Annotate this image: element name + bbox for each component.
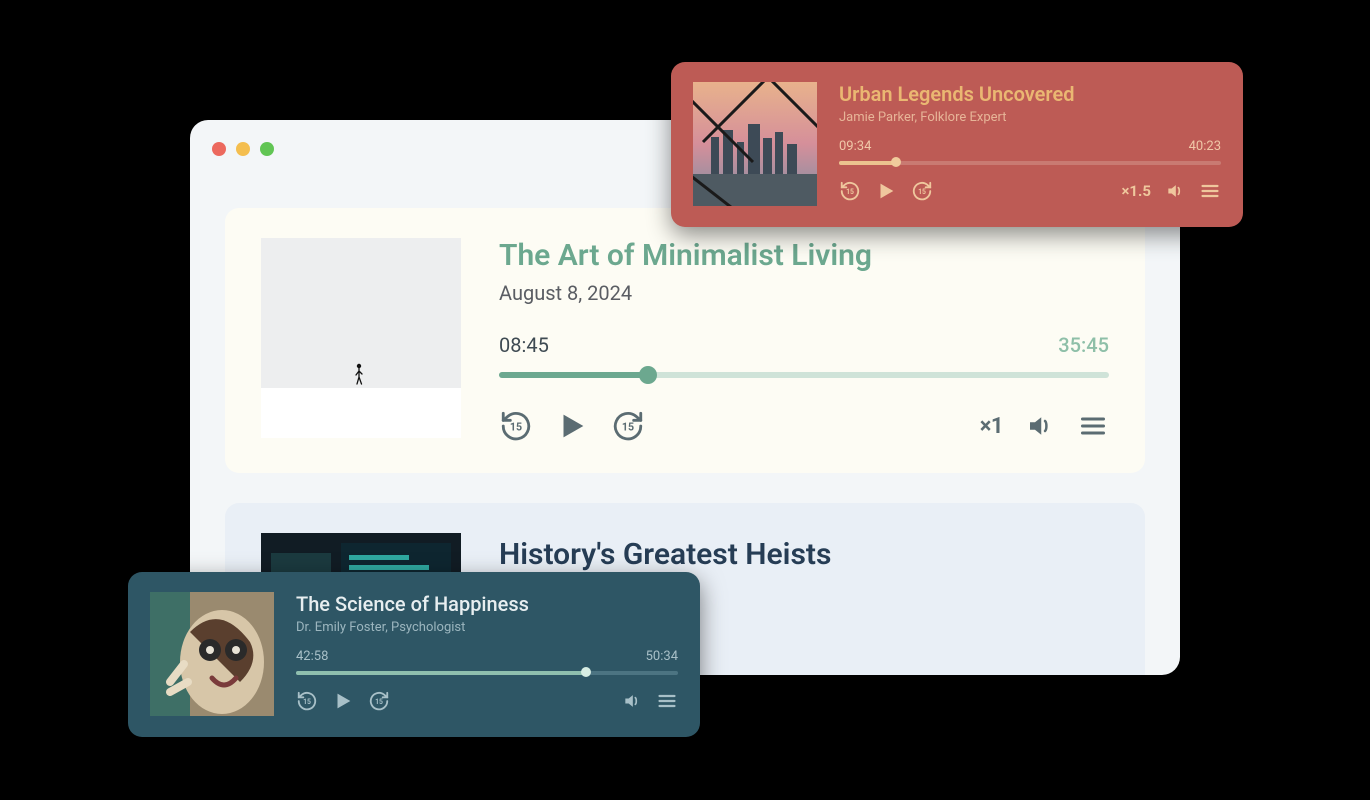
svg-text:15: 15	[303, 698, 311, 706]
svg-text:15: 15	[622, 420, 634, 433]
episode-subtitle: Jamie Parker, Folklore Expert	[839, 110, 1221, 125]
menu-button[interactable]	[656, 691, 678, 711]
forward-15-button[interactable]: 15	[611, 409, 645, 443]
menu-button[interactable]	[1077, 412, 1109, 440]
svg-text:15: 15	[846, 188, 854, 196]
episode-artwork	[150, 592, 274, 716]
rewind-15-button[interactable]: 15	[839, 180, 861, 202]
episode-date: August 8, 2024	[499, 281, 1109, 305]
mini-player-teal: The Science of Happiness Dr. Emily Foste…	[128, 572, 700, 737]
volume-button[interactable]	[1165, 181, 1185, 201]
volume-button[interactable]	[622, 691, 642, 711]
episode-title: History's Greatest Heists	[499, 537, 1109, 572]
play-button[interactable]	[555, 409, 589, 443]
svg-text:15: 15	[375, 698, 383, 706]
maximize-window-button[interactable]	[260, 142, 274, 156]
elapsed-time: 42:58	[296, 649, 328, 664]
window-controls	[212, 142, 274, 156]
total-time: 40:23	[1189, 139, 1221, 154]
progress-slider[interactable]	[839, 160, 1221, 166]
progress-slider[interactable]	[499, 369, 1109, 379]
episode-title: The Science of Happiness	[296, 592, 678, 616]
total-time: 50:34	[646, 649, 678, 664]
playback-speed-button[interactable]: ×1.5	[1121, 182, 1151, 200]
close-window-button[interactable]	[212, 142, 226, 156]
menu-button[interactable]	[1199, 181, 1221, 201]
play-button[interactable]	[875, 180, 897, 202]
svg-text:15: 15	[918, 188, 926, 196]
episode-subtitle: Dr. Emily Foster, Psychologist	[296, 620, 678, 635]
episode-artwork	[261, 238, 461, 438]
total-time: 35:45	[1058, 333, 1109, 357]
rewind-15-button[interactable]: 15	[296, 690, 318, 712]
mini-player-red: Urban Legends Uncovered Jamie Parker, Fo…	[671, 62, 1243, 227]
forward-15-button[interactable]: 15	[911, 180, 933, 202]
elapsed-time: 08:45	[499, 333, 549, 357]
play-button[interactable]	[332, 690, 354, 712]
svg-text:15: 15	[510, 420, 522, 433]
minimize-window-button[interactable]	[236, 142, 250, 156]
rewind-15-button[interactable]: 15	[499, 409, 533, 443]
episode-title: Urban Legends Uncovered	[839, 82, 1221, 106]
episode-card: The Art of Minimalist Living August 8, 2…	[225, 208, 1145, 473]
forward-15-button[interactable]: 15	[368, 690, 390, 712]
episode-artwork	[693, 82, 817, 206]
volume-button[interactable]	[1025, 411, 1055, 441]
playback-speed-button[interactable]: ×1	[980, 414, 1003, 439]
episode-title: The Art of Minimalist Living	[499, 238, 1109, 273]
elapsed-time: 09:34	[839, 139, 871, 154]
progress-slider[interactable]	[296, 670, 678, 676]
